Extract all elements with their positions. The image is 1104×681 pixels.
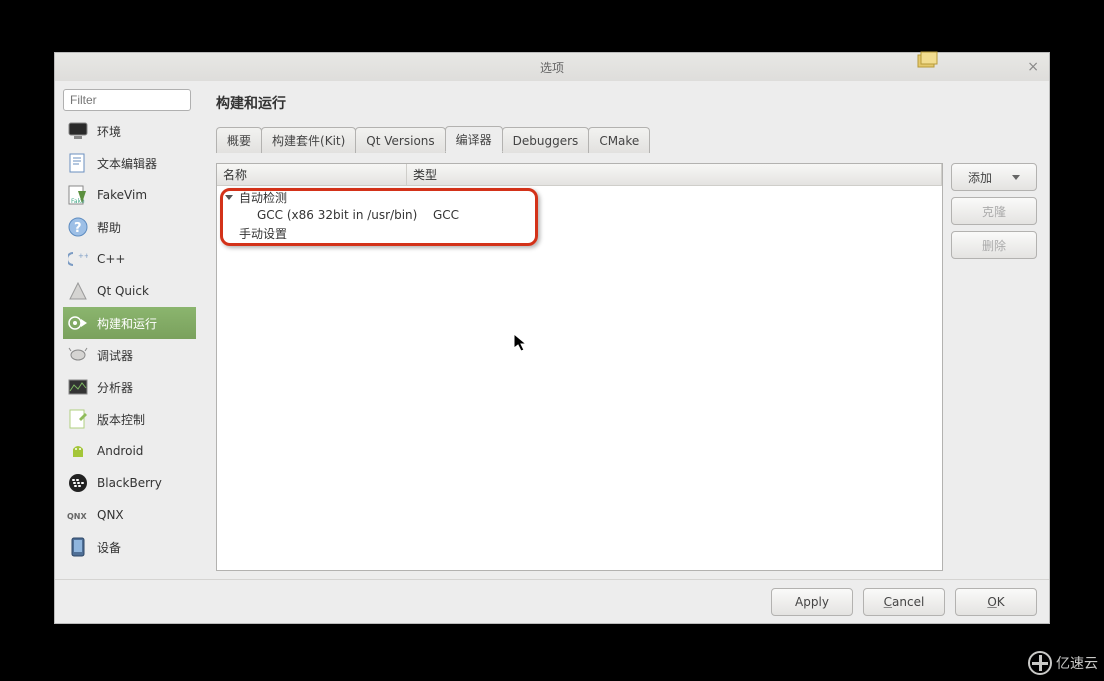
sidebar-item-label: 帮助 [97, 219, 121, 236]
category-list[interactable]: 环境 文本编辑器 Fake FakeVim ? 帮助 ++ C++ [63, 115, 196, 575]
expand-toggle-icon[interactable] [225, 195, 233, 200]
filter-input[interactable] [63, 89, 191, 111]
remove-button[interactable]: 删除 [951, 231, 1037, 259]
add-button[interactable]: 添加 [951, 163, 1037, 191]
svg-text:QNX: QNX [67, 512, 87, 521]
qnx-icon: QNX [67, 504, 89, 526]
column-name[interactable]: 名称 [217, 164, 407, 185]
sidebar-item-label: 分析器 [97, 379, 133, 396]
build-run-icon [67, 312, 89, 334]
sidebar: 环境 文本编辑器 Fake FakeVim ? 帮助 ++ C++ [55, 81, 200, 579]
group-label: 手动设置 [239, 225, 287, 242]
sidebar-item-label: QNX [97, 508, 124, 522]
sidebar-item-blackberry[interactable]: BlackBerry [63, 467, 196, 499]
dropdown-arrow-icon [1012, 175, 1020, 180]
tab-content: 名称 类型 自动检测 GCC (x86 32bit in /usr/bin) G… [216, 151, 1037, 571]
compiler-type: GCC [433, 208, 459, 222]
vcs-icon [67, 408, 89, 430]
blackberry-icon [67, 472, 89, 494]
apply-button[interactable]: Apply [771, 588, 853, 616]
tab-debuggers[interactable]: Debuggers [502, 127, 590, 153]
group-label: 自动检测 [239, 189, 287, 206]
sidebar-item-qnx[interactable]: QNX QNX [63, 499, 196, 531]
sidebar-item-analyzer[interactable]: 分析器 [63, 371, 196, 403]
compiler-tree[interactable]: 名称 类型 自动检测 GCC (x86 32bit in /usr/bin) G… [216, 163, 943, 571]
sidebar-item-label: FakeVim [97, 188, 147, 202]
tab-qtversions[interactable]: Qt Versions [355, 127, 445, 153]
tab-cmake[interactable]: CMake [588, 127, 650, 153]
right-button-group: 添加 克隆 删除 [951, 163, 1037, 571]
options-dialog: 选项 × 环境 文本编辑器 Fake FakeVim [54, 52, 1050, 624]
watermark: 亿速云 [1028, 651, 1098, 675]
sidebar-item-label: Android [97, 444, 143, 458]
monitor-icon [67, 120, 89, 142]
sidebar-item-device[interactable]: 设备 [63, 531, 196, 563]
tree-group-auto[interactable]: 自动检测 [217, 188, 942, 206]
sidebar-item-android[interactable]: Android [63, 435, 196, 467]
sidebar-item-label: 文本编辑器 [97, 155, 157, 172]
sidebar-item-fakevim[interactable]: Fake FakeVim [63, 179, 196, 211]
ok-button[interactable]: OK [955, 588, 1037, 616]
sidebar-item-debugger[interactable]: 调试器 [63, 339, 196, 371]
watermark-text: 亿速云 [1056, 653, 1098, 673]
tab-overview[interactable]: 概要 [216, 127, 262, 153]
help-icon: ? [67, 216, 89, 238]
sidebar-item-label: 设备 [97, 539, 121, 556]
sidebar-item-build-run[interactable]: 构建和运行 [63, 307, 196, 339]
tree-header: 名称 类型 [217, 164, 942, 186]
debugger-icon [67, 344, 89, 366]
sidebar-item-env[interactable]: 环境 [63, 115, 196, 147]
compiler-name: GCC (x86 32bit in /usr/bin) [257, 208, 433, 222]
tree-item-gcc[interactable]: GCC (x86 32bit in /usr/bin) GCC [217, 206, 942, 224]
sidebar-item-label: 调试器 [97, 347, 133, 364]
globe-icon [1028, 651, 1052, 675]
sidebar-item-label: C++ [97, 252, 126, 266]
sidebar-item-label: 构建和运行 [97, 315, 157, 332]
column-type[interactable]: 类型 [407, 164, 942, 185]
qtquick-icon [67, 280, 89, 302]
cancel-button[interactable]: Cancel [863, 588, 945, 616]
sidebar-item-label: 版本控制 [97, 411, 145, 428]
sidebar-item-qtquick[interactable]: Qt Quick [63, 275, 196, 307]
close-icon[interactable]: × [1027, 59, 1039, 75]
title-bar: 选项 × [55, 53, 1049, 81]
page-title: 构建和运行 [216, 93, 1037, 113]
sidebar-item-label: BlackBerry [97, 476, 162, 490]
sidebar-item-label: Qt Quick [97, 284, 149, 298]
right-panel: 构建和运行 概要 构建套件(Kit) Qt Versions 编译器 Debug… [200, 81, 1049, 579]
dialog-button-bar: Apply Cancel OK [55, 579, 1049, 623]
tab-compilers[interactable]: 编译器 [445, 126, 503, 152]
cpp-icon: ++ [67, 248, 89, 270]
text-edit-icon [67, 152, 89, 174]
sidebar-item-cpp[interactable]: ++ C++ [63, 243, 196, 275]
svg-text:?: ? [74, 221, 82, 236]
sidebar-item-vcs[interactable]: 版本控制 [63, 403, 196, 435]
sidebar-item-help[interactable]: ? 帮助 [63, 211, 196, 243]
tab-kits[interactable]: 构建套件(Kit) [261, 127, 356, 153]
svg-text:++: ++ [78, 252, 88, 260]
tree-body: 自动检测 GCC (x86 32bit in /usr/bin) GCC 手动设… [217, 186, 942, 244]
analyzer-icon [67, 376, 89, 398]
android-icon [67, 440, 89, 462]
window-title: 选项 [540, 59, 564, 76]
fakevim-icon: Fake [67, 184, 89, 206]
sidebar-item-label: 环境 [97, 123, 121, 140]
device-icon [67, 536, 89, 558]
clone-button[interactable]: 克隆 [951, 197, 1037, 225]
folder-icon [917, 51, 939, 72]
tree-group-manual[interactable]: 手动设置 [217, 224, 942, 242]
main-area: 环境 文本编辑器 Fake FakeVim ? 帮助 ++ C++ [55, 81, 1049, 579]
sidebar-item-text-editor[interactable]: 文本编辑器 [63, 147, 196, 179]
tabs: 概要 构建套件(Kit) Qt Versions 编译器 Debuggers C… [216, 125, 1037, 151]
